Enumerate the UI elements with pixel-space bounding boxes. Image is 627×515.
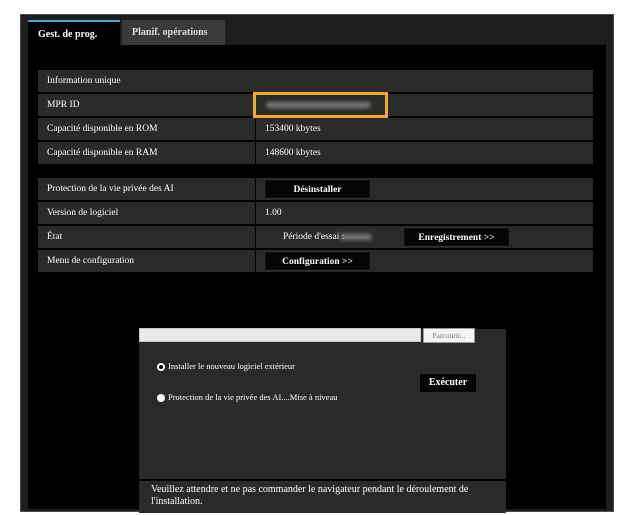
mpr-id-row: MPR ID	[38, 92, 593, 118]
privacy-row: Protection de la vie privée des AI Désin…	[38, 178, 593, 200]
rom-value: 153400 kbytes	[265, 124, 321, 134]
privacy-label: Protection de la vie privée des AI	[47, 184, 174, 194]
ram-label: Capacité disponible en RAM	[47, 148, 158, 158]
mpr-id-value-redacted	[266, 102, 371, 108]
tab-planif-operations[interactable]: Planif. opérations	[122, 20, 225, 45]
version-value: 1.00	[265, 208, 282, 218]
ram-row: Capacité disponible en RAM 148600 kbytes	[38, 142, 593, 164]
install-panel	[139, 329, 506, 479]
rom-label: Capacité disponible en ROM	[47, 124, 158, 134]
register-button[interactable]: Enregistrement >>	[404, 228, 509, 246]
row-divider	[255, 226, 256, 248]
radio-upgrade[interactable]	[157, 394, 165, 402]
state-row: État Période d'essai : Enregistrement >>	[38, 226, 593, 248]
mpr-id-label: MPR ID	[47, 100, 80, 110]
uninstall-button[interactable]: Désinstaller	[265, 180, 370, 198]
config-row: Menu de configuration Configuration >>	[38, 250, 593, 272]
row-divider	[255, 118, 256, 140]
install-notice: Veuillez attendre et ne pas commander le…	[139, 481, 506, 513]
software-management-window: Gest. de prog. Planif. opérations Inform…	[20, 14, 614, 513]
ram-value: 148600 kbytes	[265, 148, 321, 158]
row-divider	[255, 178, 256, 200]
browse-button[interactable]: Parcourir...	[423, 328, 475, 343]
rom-row: Capacité disponible en ROM 153400 kbytes	[38, 118, 593, 140]
configuration-button[interactable]: Configuration >>	[265, 252, 370, 270]
radio-upgrade-label: Protection de la vie privée des AI....Mi…	[168, 392, 338, 402]
info-header-label: Information unique	[47, 76, 121, 86]
config-label: Menu de configuration	[47, 256, 135, 266]
info-header-row: Information unique	[38, 70, 593, 92]
tab-gest-de-prog[interactable]: Gest. de prog.	[28, 20, 120, 45]
state-label: État	[47, 232, 63, 242]
execute-button[interactable]: Exécuter	[420, 374, 476, 392]
version-label: Version de logiciel	[47, 208, 119, 218]
trial-period-label: Période d'essai :	[283, 232, 345, 242]
row-divider	[255, 202, 256, 224]
row-divider	[255, 142, 256, 164]
trial-period-value-redacted	[340, 234, 372, 240]
radio-install-new-label: Installer le nouveau logiciel extérieur	[168, 361, 295, 371]
row-divider	[255, 250, 256, 272]
radio-install-new[interactable]	[157, 363, 165, 371]
version-row: Version de logiciel 1.00	[38, 202, 593, 224]
file-path-input[interactable]	[139, 328, 421, 342]
mpr-id-highlight	[253, 92, 388, 118]
